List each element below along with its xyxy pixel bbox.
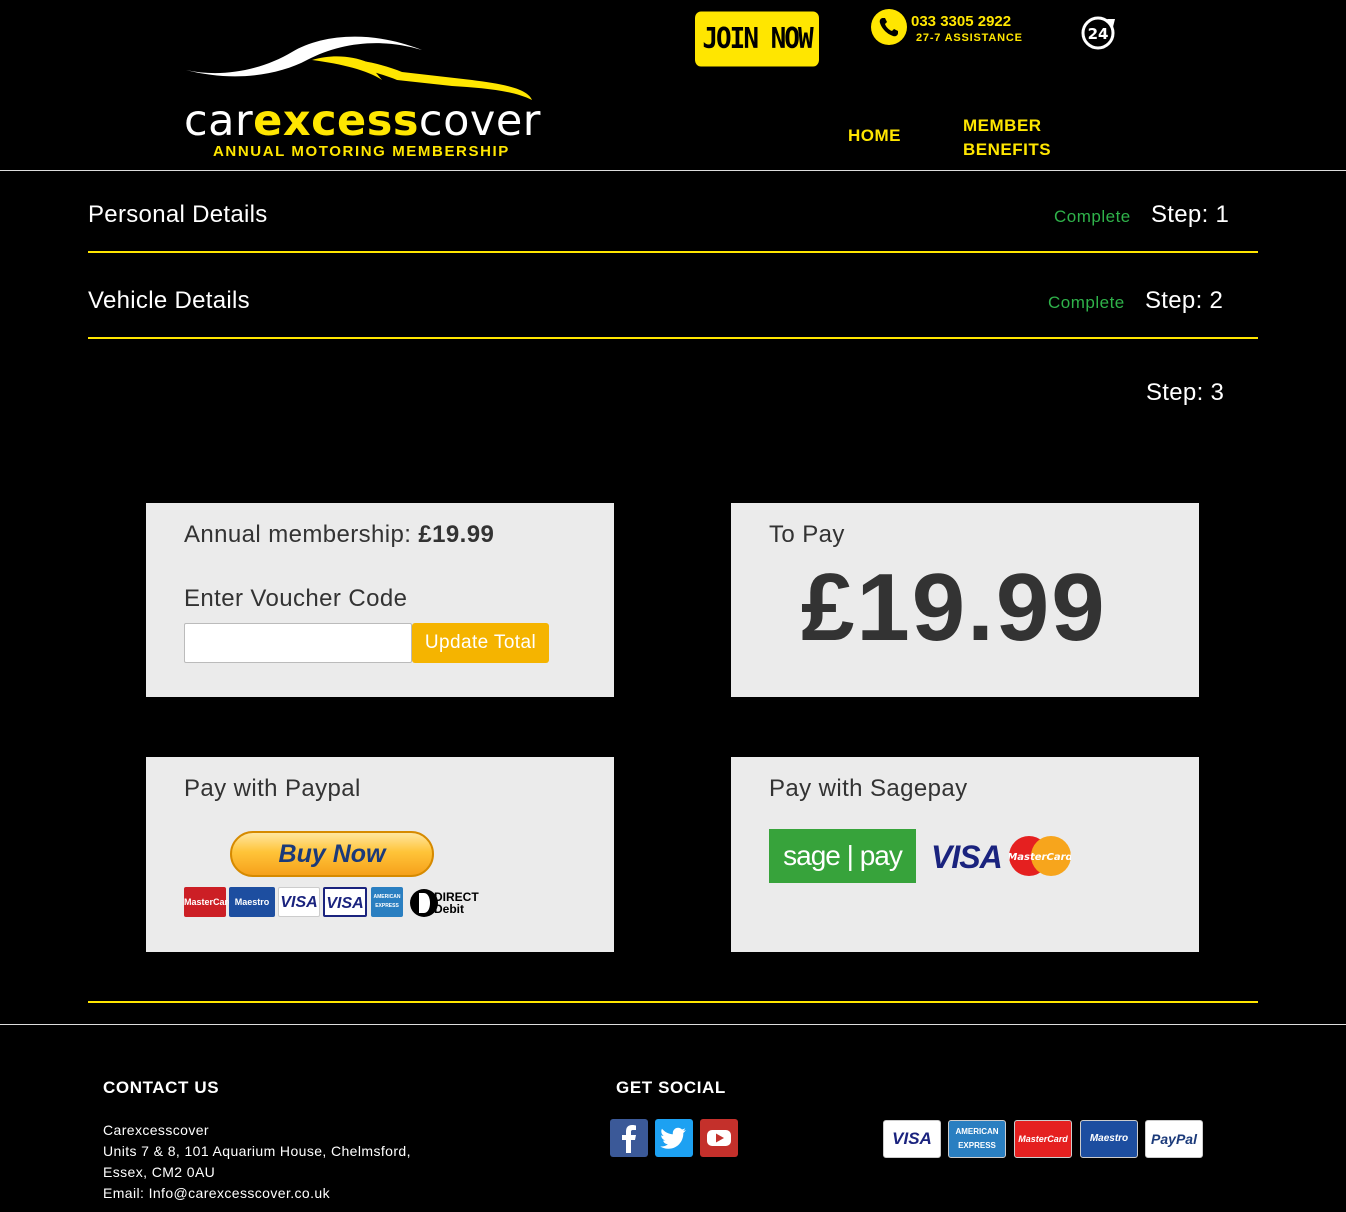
- voucher-code-input[interactable]: [184, 623, 412, 663]
- logo-word-cover: cover: [418, 96, 541, 146]
- update-total-button[interactable]: Update Total: [412, 623, 549, 663]
- badge-24-text: 24: [1088, 25, 1109, 43]
- logo-word-car: car: [184, 96, 254, 146]
- address-line-1: Units 7 & 8, 101 Aquarium House, Chelmsf…: [103, 1143, 411, 1159]
- phone-subtitle: 27-7 ASSISTANCE: [916, 32, 1023, 44]
- phone-number: 033 3305 2922: [911, 13, 1012, 30]
- to-pay-card: To Pay £19.99: [731, 503, 1199, 697]
- site-footer: CONTACT US Carexcesscover Units 7 & 8, 1…: [0, 1024, 1346, 1212]
- membership-label: Annual membership: £19.99: [184, 521, 494, 549]
- twentyfour-hour-icon: 24: [1080, 13, 1118, 51]
- site-header: carexcesscover ANNUAL MOTORING MEMBERSHI…: [0, 0, 1346, 171]
- mastercard-icon: MasterCard: [1009, 836, 1071, 876]
- step-status: Complete: [1048, 293, 1125, 312]
- membership-price: £19.99: [418, 521, 495, 548]
- divider: [88, 1001, 1258, 1003]
- step-title: Personal Details: [88, 201, 268, 228]
- membership-label-text: Annual membership:: [184, 521, 419, 548]
- address-line-2: Essex, CM2 0AU: [103, 1164, 216, 1180]
- voucher-label: Enter Voucher Code: [184, 585, 408, 612]
- step-status: Complete: [1054, 207, 1131, 226]
- company-name: Carexcesscover: [103, 1122, 209, 1138]
- phone-icon: [871, 9, 907, 45]
- sagepay-logo[interactable]: sage | pay: [769, 829, 916, 883]
- contact-heading: CONTACT US: [103, 1078, 220, 1097]
- sagepay-label: Pay with Sagepay: [769, 775, 968, 802]
- paypal-label: Pay with Paypal: [184, 775, 361, 802]
- facebook-icon[interactable]: [610, 1119, 648, 1157]
- step-number-3: Step: 3: [1146, 379, 1225, 406]
- footer-maestro-logo: Maestro: [1080, 1120, 1138, 1158]
- step-number: Step: 2: [1145, 287, 1224, 314]
- nav-member-benefits-link[interactable]: MEMBER BENEFITS: [963, 114, 1073, 162]
- logo-word-excess: excess: [253, 96, 419, 146]
- paypal-card: Pay with Paypal Buy Now MasterCard Maest…: [146, 757, 614, 952]
- step-title: Vehicle Details: [88, 287, 250, 314]
- visa-logo: VISA: [931, 839, 1003, 875]
- visa-logo: VISA: [278, 887, 320, 917]
- mastercard-text: MasterCard: [1009, 852, 1071, 863]
- step-number: Step: 1: [1151, 201, 1230, 228]
- to-pay-amount: £19.99: [801, 554, 1107, 661]
- visa-electron-logo: VISA: [323, 887, 367, 917]
- social-heading: GET SOCIAL: [616, 1078, 726, 1097]
- footer-visa-logo: VISA: [883, 1120, 941, 1158]
- maestro-logo: Maestro: [229, 887, 275, 917]
- footer-paypal-logo: PayPal: [1145, 1120, 1203, 1158]
- logo-tagline: ANNUAL MOTORING MEMBERSHIP: [213, 143, 510, 160]
- mastercard-logo: MasterCard: [184, 887, 234, 917]
- paypal-buy-now-button[interactable]: Buy Now: [230, 831, 434, 877]
- footer-mastercard-logo: MasterCard: [1014, 1120, 1072, 1158]
- twitter-icon[interactable]: [655, 1119, 693, 1157]
- amex-logo: AMERICAN EXPRESS: [371, 887, 403, 917]
- site-logo[interactable]: carexcesscover ANNUAL MOTORING MEMBERSHI…: [182, 30, 540, 162]
- logo-wordmark: carexcesscover: [184, 96, 541, 146]
- to-pay-label: To Pay: [769, 521, 845, 548]
- membership-card: Annual membership: £19.99 Enter Voucher …: [146, 503, 614, 697]
- direct-debit-icon: [410, 889, 438, 917]
- step-personal-details[interactable]: Personal Details Complete Step: 1: [88, 167, 1258, 253]
- join-now-button[interactable]: JOIN NOW: [695, 11, 819, 67]
- email-link[interactable]: Email: Info@carexcesscover.co.uk: [103, 1185, 330, 1201]
- youtube-icon[interactable]: [700, 1119, 738, 1157]
- nav-home-link[interactable]: HOME: [848, 126, 901, 146]
- sagepay-card: Pay with Sagepay sage | pay VISA MasterC…: [731, 757, 1199, 952]
- step-vehicle-details[interactable]: Vehicle Details Complete Step: 2: [88, 253, 1258, 339]
- footer-amex-logo: AMERICAN EXPRESS: [948, 1120, 1006, 1158]
